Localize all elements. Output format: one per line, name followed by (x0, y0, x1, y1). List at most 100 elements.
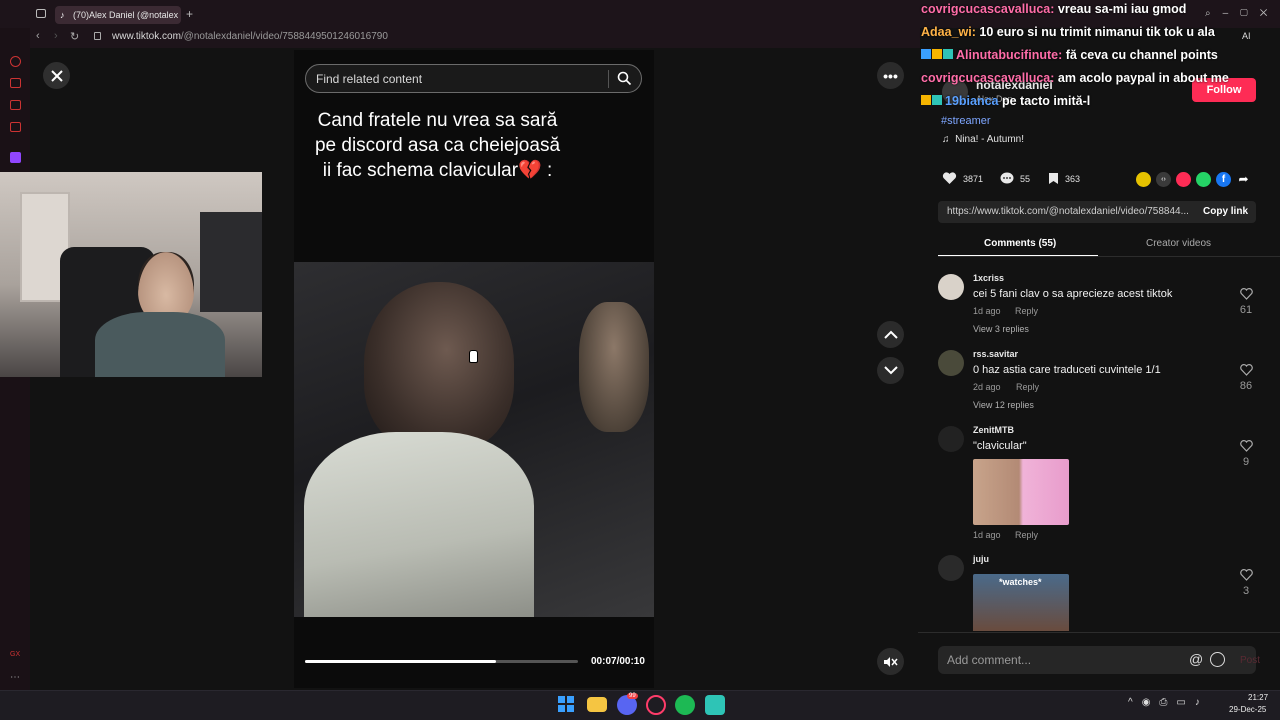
spotify-icon[interactable] (675, 695, 695, 715)
comment-like-count: 86 (1239, 380, 1253, 392)
comment-username[interactable]: 1xcriss (973, 273, 1004, 283)
comment-age: 1d ago (973, 530, 1001, 540)
mention-icon[interactable]: @ (1189, 651, 1203, 667)
chat-badge-icon (921, 95, 931, 105)
second-person (579, 302, 649, 432)
tab-title: (70)Alex Daniel (@notalex (73, 10, 179, 20)
windows-start-icon[interactable] (558, 696, 574, 712)
tab-creator-videos[interactable]: Creator videos (1146, 238, 1211, 249)
comment-text: "clavicular" (973, 440, 1027, 452)
share-arrow-icon[interactable]: ➦ (1236, 172, 1251, 187)
more-options-button[interactable]: ••• (877, 62, 904, 89)
like-action[interactable]: 3871 (942, 172, 983, 185)
add-comment-field[interactable]: Add comment... @ (938, 646, 1256, 674)
comment-text: cei 5 fani clav o sa aprecieze acest tik… (973, 288, 1173, 300)
hashtag-link[interactable]: #streamer (941, 115, 991, 127)
comment-like-heart-icon[interactable] (1240, 288, 1253, 300)
coin-icon[interactable] (1136, 172, 1151, 187)
url-field[interactable]: www.tiktok.com/@notalexdaniel/video/7588… (112, 31, 388, 42)
reload-icon[interactable]: ↻ (70, 30, 79, 43)
view-replies-button[interactable]: View 3 replies (973, 324, 1029, 334)
copy-link-bar: https://www.tiktok.com/@notalexdaniel/vi… (938, 201, 1256, 223)
sidebar-history-icon[interactable] (10, 56, 21, 67)
comment-avatar[interactable] (938, 274, 964, 300)
clock-date[interactable]: 29-Dec-25 (1229, 705, 1266, 714)
sidebar-wallet-icon[interactable] (10, 100, 21, 110)
chat-badge-icon (932, 49, 942, 59)
comment-action[interactable]: 55 (1000, 172, 1030, 185)
tab-workspaces-icon[interactable] (36, 9, 46, 18)
sidebar-gx-label[interactable]: GX (10, 651, 20, 658)
chevron-up-icon (883, 330, 898, 339)
search-icon[interactable] (617, 71, 632, 86)
comment-image[interactable]: *watches* (973, 574, 1069, 631)
webcam-shelf (200, 212, 262, 312)
previous-video-button[interactable] (877, 321, 904, 348)
embed-icon[interactable]: ‹› (1156, 172, 1171, 187)
comment-reply-button[interactable]: Reply (1016, 382, 1039, 392)
clock-time[interactable]: 21:27 (1248, 693, 1268, 702)
file-explorer-icon[interactable] (587, 697, 607, 712)
facebook-icon[interactable]: f (1216, 172, 1231, 187)
url-host: www.tiktok.com (112, 31, 181, 42)
comment-reply-button[interactable]: Reply (1015, 530, 1038, 540)
save-action[interactable]: 363 (1048, 172, 1080, 185)
comment-username[interactable]: rss.savitar (973, 349, 1018, 359)
whatsapp-icon[interactable] (1196, 172, 1211, 187)
window-controls: ⌕–▢✕ (1205, 8, 1280, 19)
video-progress-track[interactable] (305, 660, 578, 663)
chevron-down-icon (883, 366, 898, 375)
comment-like-count: 61 (1239, 304, 1253, 316)
chat-message: fă ceva cu channel points (1065, 48, 1218, 62)
sidebar-twitch-icon[interactable] (10, 152, 21, 163)
chat-username: 19bianca (945, 94, 999, 108)
comment-avatar[interactable] (938, 350, 964, 376)
comment-reply-button[interactable]: Reply (1015, 306, 1038, 316)
comment-avatar[interactable] (938, 426, 964, 452)
video-link[interactable]: https://www.tiktok.com/@notalexdaniel/vi… (947, 206, 1189, 217)
comment-image[interactable] (973, 459, 1069, 525)
comment-username[interactable]: ZenitMTB (973, 425, 1014, 435)
emoji-icon[interactable] (1210, 652, 1225, 667)
save-count: 363 (1065, 173, 1081, 184)
find-related-search[interactable]: Find related content (305, 64, 642, 93)
windows-taskbar (0, 690, 1280, 720)
speaker-muted-icon (884, 656, 898, 667)
copy-link-button[interactable]: Copy link (1203, 206, 1248, 217)
addr-ai-button[interactable]: AI (1242, 31, 1251, 41)
comment-like-heart-icon[interactable] (1240, 440, 1253, 452)
webcam-overlay (0, 172, 262, 377)
sidebar-more-icon[interactable]: ⋯ (10, 672, 20, 683)
music-info[interactable]: ♫ Nina! - Autumn! (942, 134, 1024, 145)
new-tab-button[interactable]: + (186, 8, 193, 20)
opera-gx-icon[interactable] (646, 695, 666, 715)
comment-avatar[interactable] (938, 555, 964, 581)
comment-image-text: *watches* (999, 577, 1042, 587)
close-icon (50, 69, 63, 82)
close-button[interactable] (43, 62, 70, 89)
sidebar-music-icon[interactable] (10, 122, 21, 132)
mute-button[interactable] (877, 648, 904, 675)
back-icon[interactable]: ‹ (36, 30, 40, 42)
app-icon[interactable] (705, 695, 725, 715)
chat-badge-icon (932, 95, 942, 105)
comment-like-count: 3 (1242, 585, 1250, 597)
tray-icons[interactable]: ^◉⎙▭♪ (1128, 697, 1209, 708)
tab-comments[interactable]: Comments (55) (984, 238, 1056, 249)
comment-like-heart-icon[interactable] (1240, 364, 1253, 376)
chat-username: covrigcucascavalluca: (921, 71, 1055, 85)
post-comment-button[interactable]: Post (1240, 655, 1260, 666)
comment-like-heart-icon[interactable] (1240, 569, 1253, 581)
chat-message: vreau sa-mi iau gmod (1057, 2, 1187, 16)
tab-tiktok[interactable]: ♪ (70)Alex Daniel (@notalex (55, 6, 181, 24)
comment-username[interactable]: juju (973, 554, 989, 564)
forward-icon[interactable]: › (54, 30, 58, 42)
send-icon[interactable] (1176, 172, 1191, 187)
next-video-button[interactable] (877, 357, 904, 384)
like-count: 3871 (963, 173, 984, 184)
chat-username: covrigcucascavalluca: (921, 2, 1055, 16)
chat-line-1: covrigcucascavalluca: vreau sa-mi iau gm… (921, 2, 1186, 16)
sidebar-bag-icon[interactable] (10, 78, 21, 88)
comment-count: 55 (1020, 173, 1031, 184)
view-replies-button[interactable]: View 12 replies (973, 400, 1034, 410)
